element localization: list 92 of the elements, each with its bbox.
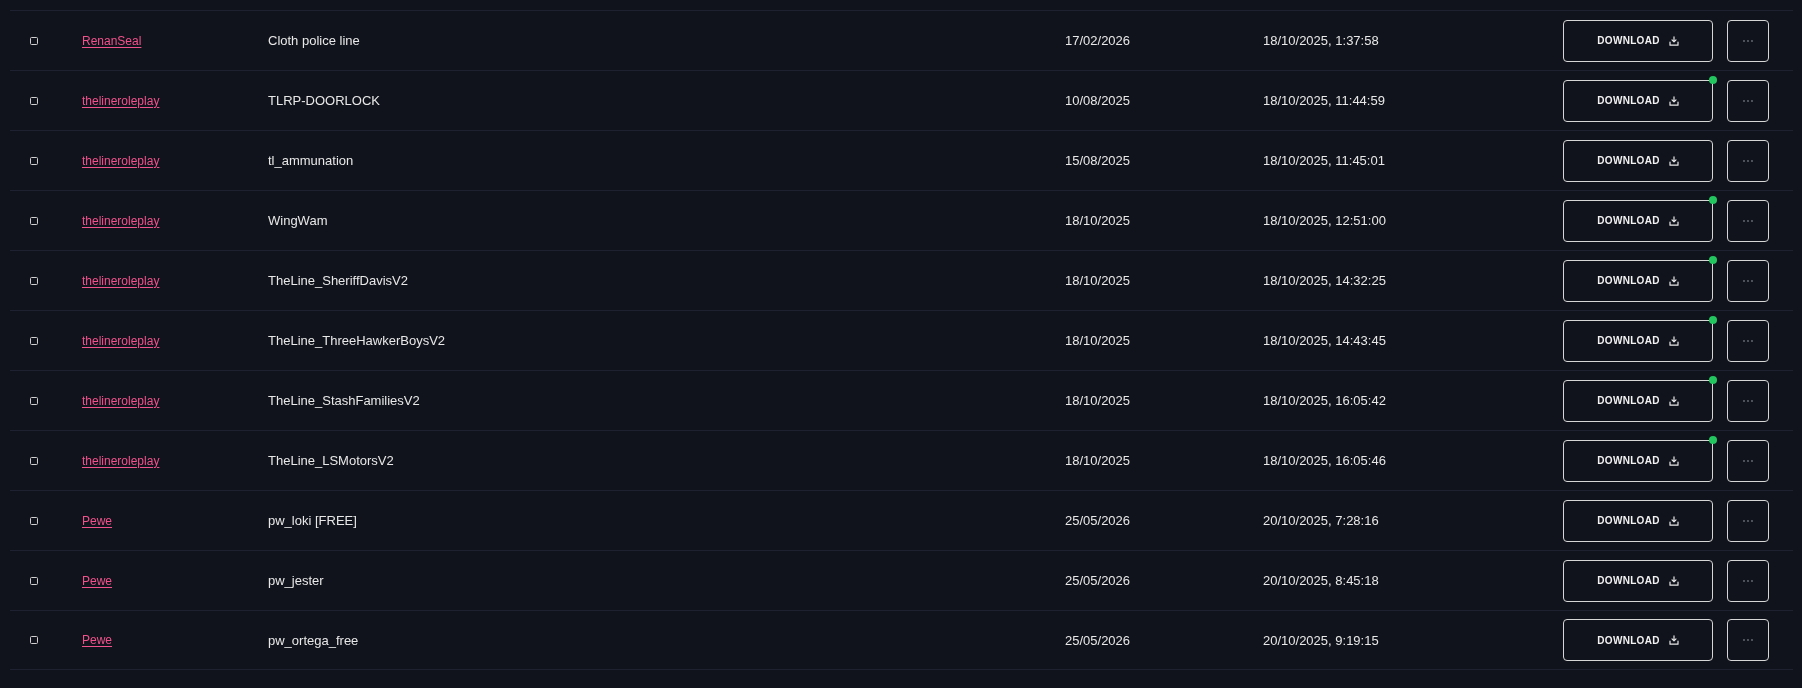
timestamp-cell: 18/10/2025, 14:32:25 — [1263, 273, 1386, 288]
ellipsis-icon — [1743, 519, 1753, 522]
more-button[interactable] — [1727, 619, 1769, 661]
download-icon — [1668, 575, 1679, 586]
resource-name: pw_ortega_free — [268, 632, 359, 648]
timestamp-cell: 18/10/2025, 12:51:00 — [1263, 213, 1386, 228]
download-icon — [1668, 215, 1679, 226]
download-icon — [1668, 515, 1679, 526]
resource-name: TheLine_ThreeHawkerBoysV2 — [268, 333, 446, 348]
download-icon — [1668, 275, 1679, 286]
row-checkbox[interactable] — [30, 636, 38, 644]
author-link[interactable]: thelineroleplay — [82, 453, 160, 468]
timestamp-cell: 18/10/2025, 11:44:59 — [1263, 93, 1385, 108]
ellipsis-icon — [1743, 279, 1753, 282]
download-button[interactable]: DOWNLOAD — [1563, 559, 1713, 602]
ellipsis-icon — [1743, 579, 1753, 582]
timestamp-cell: 20/10/2025, 8:45:18 — [1263, 573, 1379, 588]
timestamp-cell: 18/10/2025, 11:45:01 — [1263, 153, 1385, 168]
more-button[interactable] — [1727, 379, 1769, 422]
download-icon — [1668, 395, 1679, 406]
date-cell: 18/10/2025 — [1065, 273, 1131, 288]
resource-name: pw_jester — [268, 573, 324, 588]
author-link[interactable]: thelineroleplay — [82, 153, 160, 168]
ellipsis-icon — [1743, 459, 1753, 462]
date-cell: 18/10/2025 — [1065, 213, 1131, 228]
timestamp-cell: 18/10/2025, 1:37:58 — [1263, 33, 1379, 48]
download-icon — [1668, 455, 1679, 466]
more-button[interactable] — [1727, 79, 1769, 122]
author-link[interactable]: Pewe — [82, 633, 113, 647]
download-button[interactable]: DOWNLOAD — [1563, 19, 1713, 62]
row-checkbox[interactable] — [30, 516, 38, 525]
ellipsis-icon — [1743, 99, 1753, 102]
date-cell: 25/05/2026 — [1065, 513, 1131, 528]
row-checkbox[interactable] — [30, 456, 38, 465]
row-checkbox[interactable] — [30, 276, 38, 285]
date-cell: 18/10/2025 — [1065, 393, 1131, 408]
more-button[interactable] — [1727, 559, 1769, 602]
resource-name: TLRP-DOORLOCK — [268, 93, 380, 108]
date-cell: 17/02/2026 — [1065, 33, 1131, 48]
more-button[interactable] — [1727, 439, 1769, 482]
more-button[interactable] — [1727, 199, 1769, 242]
date-cell: 10/08/2025 — [1065, 93, 1131, 108]
author-link[interactable]: Pewe — [82, 513, 113, 528]
download-icon — [1668, 155, 1679, 166]
date-cell: 18/10/2025 — [1065, 453, 1131, 468]
ellipsis-icon — [1743, 39, 1753, 42]
timestamp-cell: 20/10/2025, 7:28:16 — [1263, 513, 1379, 528]
more-button[interactable] — [1727, 139, 1769, 182]
ellipsis-icon — [1743, 339, 1753, 342]
date-cell: 15/08/2025 — [1065, 153, 1131, 168]
row-checkbox[interactable] — [30, 156, 38, 165]
author-link[interactable]: thelineroleplay — [82, 333, 160, 348]
row-checkbox[interactable] — [30, 336, 38, 345]
author-link[interactable]: Pewe — [82, 573, 113, 588]
download-icon — [1668, 635, 1679, 645]
resource-name: pw_loki [FREE] — [268, 513, 357, 528]
row-checkbox[interactable] — [30, 96, 38, 105]
ellipsis-icon — [1743, 219, 1753, 222]
resource-name: TheLine_LSMotorsV2 — [268, 453, 394, 468]
author-link[interactable]: thelineroleplay — [82, 93, 160, 108]
ellipsis-icon — [1743, 399, 1753, 402]
ellipsis-icon — [1743, 159, 1753, 162]
more-button[interactable] — [1727, 259, 1769, 302]
row-checkbox[interactable] — [30, 216, 38, 225]
author-link[interactable]: thelineroleplay — [82, 393, 160, 408]
more-button[interactable] — [1727, 499, 1769, 542]
row-checkbox[interactable] — [30, 36, 38, 45]
download-icon — [1668, 335, 1679, 346]
resource-name: TheLine_StashFamiliesV2 — [268, 393, 420, 408]
timestamp-cell: 18/10/2025, 16:05:42 — [1263, 393, 1386, 408]
timestamp-cell: 18/10/2025, 14:43:45 — [1263, 333, 1386, 348]
author-link[interactable]: thelineroleplay — [82, 273, 160, 288]
date-cell: 25/05/2026 — [1065, 632, 1131, 648]
resource-name: WingWam — [268, 213, 328, 228]
author-link[interactable]: thelineroleplay — [82, 213, 160, 228]
more-button[interactable] — [1727, 319, 1769, 362]
timestamp-cell: 20/10/2025, 9:19:15 — [1263, 632, 1379, 648]
author-link[interactable]: RenanSeal — [82, 33, 142, 48]
download-icon — [1668, 95, 1679, 106]
date-cell: 18/10/2025 — [1065, 333, 1131, 348]
row-checkbox[interactable] — [30, 576, 38, 585]
timestamp-cell: 18/10/2025, 16:05:46 — [1263, 453, 1386, 468]
download-button[interactable]: DOWNLOAD — [1563, 619, 1713, 661]
download-icon — [1668, 35, 1679, 46]
resource-name: TheLine_SheriffDavisV2 — [268, 273, 408, 288]
resource-name: Cloth police line — [268, 33, 360, 48]
more-button[interactable] — [1727, 19, 1769, 62]
download-button[interactable]: DOWNLOAD — [1563, 499, 1713, 542]
resource-name: tl_ammunation — [268, 153, 354, 168]
date-cell: 25/05/2026 — [1065, 573, 1131, 588]
download-button[interactable]: DOWNLOAD — [1563, 139, 1713, 182]
row-checkbox[interactable] — [30, 396, 38, 405]
